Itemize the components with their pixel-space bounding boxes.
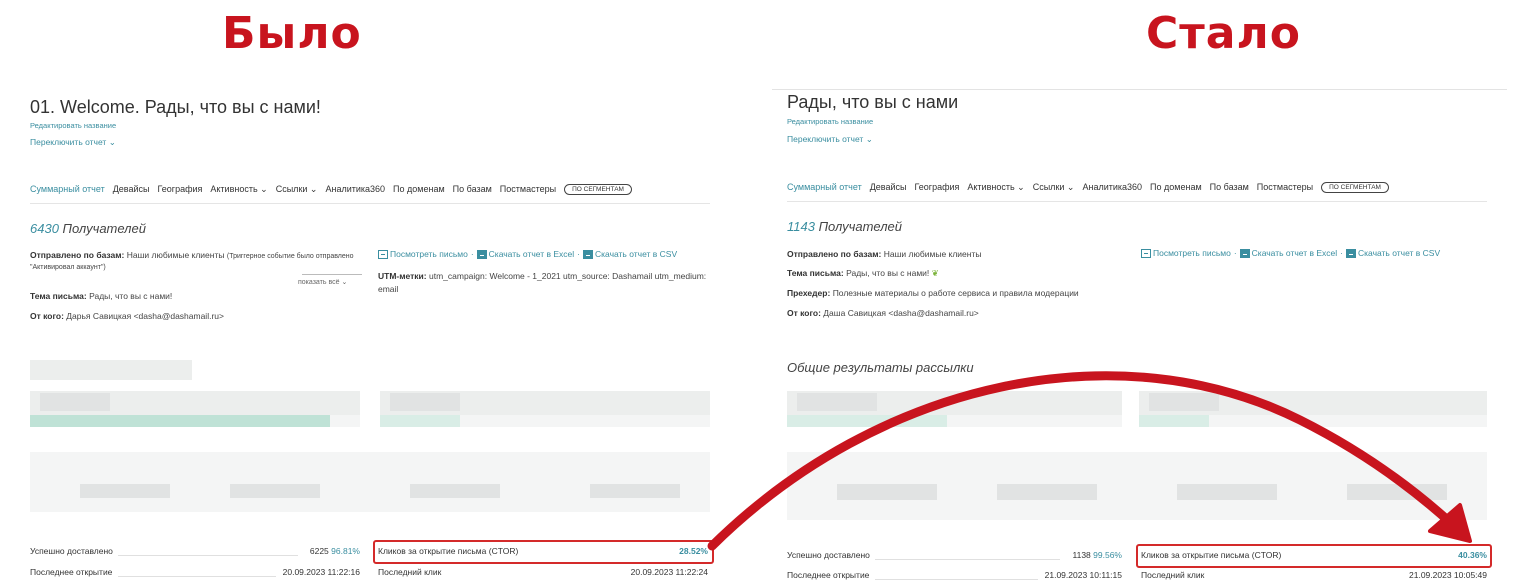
curved-arrow-icon: [707, 371, 1472, 551]
